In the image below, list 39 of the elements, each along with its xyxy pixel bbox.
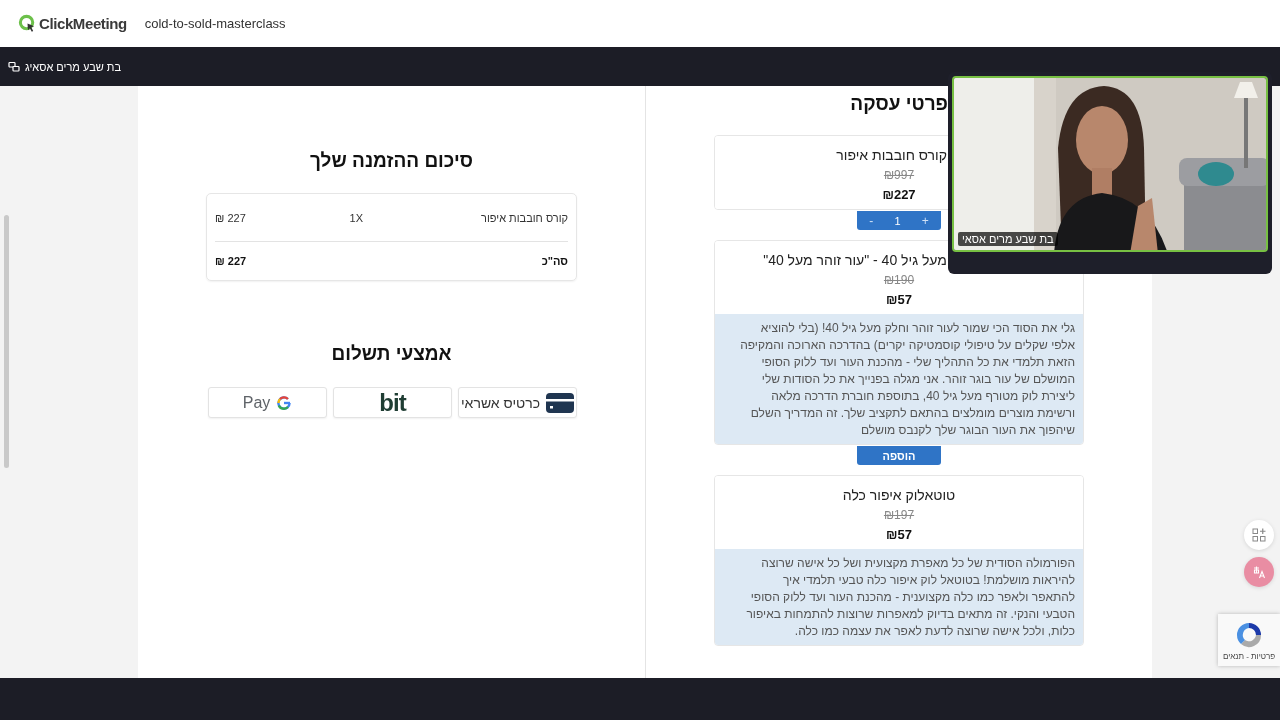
old-price: ₪190	[883, 273, 915, 287]
total-label: סה"כ	[540, 255, 568, 267]
section-title: אמצעי תשלום	[330, 343, 453, 365]
grid-plus-icon	[1252, 528, 1266, 542]
total-price: ₪ 227	[215, 255, 248, 267]
scrollbar[interactable]	[4, 215, 9, 468]
credit-card-icon	[546, 392, 574, 413]
product-price: ₪227	[882, 187, 916, 202]
recaptcha-links[interactable]: פרטיות - תנאים	[1222, 651, 1276, 661]
brand-name: ClickMeeting	[39, 15, 127, 32]
old-price: ₪997	[883, 168, 915, 182]
google-g-icon	[276, 394, 293, 411]
room-name: cold-to-sold-masterclass	[144, 16, 286, 31]
quantity-stepper[interactable]: - 1 +	[857, 211, 941, 230]
screen-share-icon	[8, 60, 20, 73]
item-name: קורס חובבות איפור	[480, 211, 568, 224]
add-button[interactable]: הוספה	[857, 446, 941, 465]
participant-name: בת שבע מרים אסאי	[958, 232, 1058, 246]
old-price: ₪197	[883, 508, 915, 522]
presenter-name: בת שבע מרים אסאיג	[25, 60, 121, 73]
item-quantity: 1X	[348, 211, 363, 224]
increase-button[interactable]: +	[918, 213, 932, 228]
product-title: מעל גיל 40 - "עור זוהר מעל 40"	[762, 251, 948, 269]
quantity-value: 1	[894, 214, 901, 227]
product-description: גלי את הסוד הכי שמור לעור זוהר וחלק מעל גיל 40! (בלי להוציא אלפי שקלים על טיפולי קוסמטיקה יקרים) בהדרכה הארוכה והמקיפה הזאת תלמדי את כל התהליך שלי - מהכנת העור ועד ללוק הסופי המושלם של עור בוגר זוהר. אני מגלה בפנייך את כל הסודות שלי ליצירת לוק מטורף מעל גיל 40, בתוספת חוברת הדרכה מלאה ורשימת מוצרים מומלצים בהתאם לתקציב שלך. זה המדריך השלם שיהפוך את העור הבוגר שלך לקנבס מושלם	[715, 314, 1083, 444]
section-title: סיכום ההזמנה שלך	[309, 150, 474, 172]
product-title: קורס חובבות איפור	[835, 146, 948, 164]
product-title: טוטאלוק איפור כלה	[841, 486, 957, 504]
product-description: הפורמולה הסודית של כל מאפרת מקצועית ושל כל אישה שרוצה להיראות מושלמת! בטוטאל לוק איפור כלה טבעי תלמדי איך להתאפר ולאפר כמו כלה מקצוענית - מהכנת העור ועד ללוק הסופי הטבעי והנקי. זה מתאים בדיוק למאפרות שרוצות להתמחות באיפור כלות, ולכל אישה שרוצה לדעת לאפר את עצמה כמו כלה.	[715, 549, 1083, 645]
item-price: ₪ 227	[215, 211, 247, 224]
logo-icon	[18, 14, 37, 33]
section-title: פרטי עסקה	[849, 93, 949, 115]
payment-method-button[interactable]: כרטיס אשראי	[458, 387, 577, 418]
product-price: ₪57	[886, 527, 912, 542]
translate-icon	[1252, 565, 1266, 579]
payment-method-button[interactable]: bit	[333, 387, 452, 418]
payment-method-button[interactable]: Pay	[208, 387, 327, 418]
product-price: ₪57	[886, 292, 912, 307]
decrease-button[interactable]: -	[866, 213, 877, 228]
